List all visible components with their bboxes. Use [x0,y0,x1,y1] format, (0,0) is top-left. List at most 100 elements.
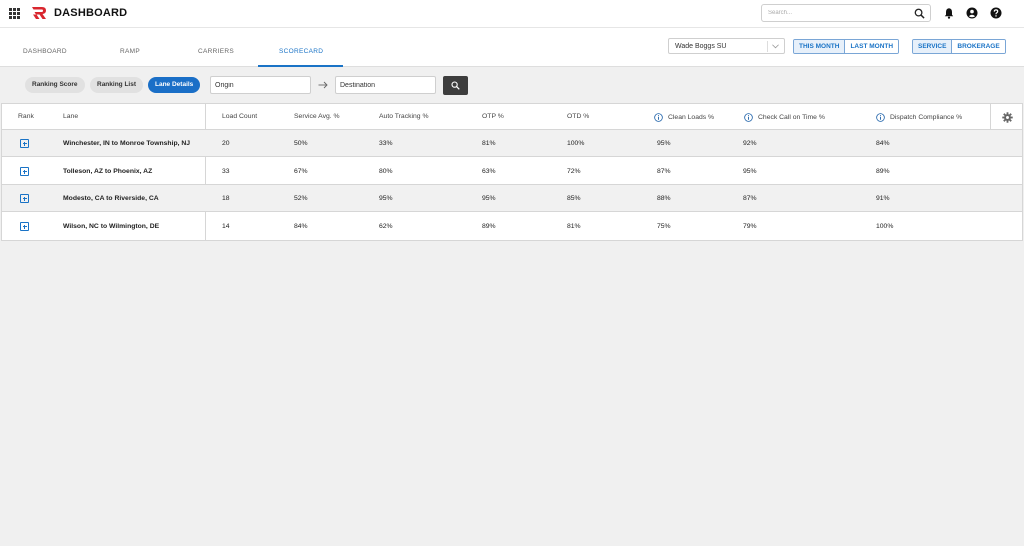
arrow-right-icon [318,81,328,89]
col-clean-loads: Clean Loads % [668,114,715,121]
col-rank[interactable]: Rank [18,113,34,120]
check-call-cell: 92% [743,140,757,147]
brokerage-button[interactable]: BROKERAGE [951,40,1005,53]
col-otp[interactable]: OTP % [482,113,504,120]
table-settings-button[interactable] [990,104,1022,130]
active-tab-indicator [258,65,343,67]
col-service-avg[interactable]: Service Avg. % [294,113,340,120]
otd-cell: 72% [567,168,581,175]
check-call-cell: 87% [743,195,757,202]
brand-logo-icon [32,7,46,19]
last-month-button[interactable]: LAST MONTH [844,40,899,53]
otd-cell: 85% [567,195,581,202]
dispatch-cell: 84% [876,140,890,147]
col-clean-loads-header[interactable]: Clean Loads % [654,113,714,122]
table-header: Rank Lane Load Count Service Avg. % Auto… [2,104,1022,130]
global-search[interactable] [761,4,931,22]
load-count-cell: 18 [222,195,230,202]
tab-dashboard[interactable]: DASHBOARD [23,48,67,55]
otp-cell: 89% [482,223,496,230]
app-title: DASHBOARD [54,7,128,19]
account-select-value: Wade Boggs SU [675,43,727,50]
lane-cell: Winchester, IN to Monroe Township, NJ [63,140,191,147]
period-toggle: THIS MONTH LAST MONTH [793,39,900,54]
load-count-cell: 20 [222,140,230,147]
check-call-cell: 79% [743,223,757,230]
top-bar: DASHBOARD [0,0,1024,28]
otd-cell: 100% [567,140,585,147]
ranking-list-pill[interactable]: Ranking List [90,77,144,93]
tab-carriers[interactable]: CARRIERS [198,48,234,55]
otp-cell: 81% [482,140,496,147]
otp-cell: 63% [482,168,496,175]
table-row[interactable]: Wilson, NC to Wilmington, DE 14 84% 62% … [2,213,1022,240]
col-auto-tracking[interactable]: Auto Tracking % [379,113,429,120]
col-dispatch: Dispatch Compliance % [890,114,963,121]
chevron-down-icon [772,44,779,49]
lane-search-button[interactable] [443,76,468,95]
mode-toggle: SERVICE BROKERAGE [912,39,1006,54]
apps-grid-icon[interactable] [9,8,20,19]
expand-row-icon[interactable] [20,167,29,176]
clean-loads-cell: 88% [657,195,671,202]
main-nav: DASHBOARD RAMP CARRIERS SCORECARD Wade B… [0,28,1024,67]
lane-details-table: Rank Lane Load Count Service Avg. % Auto… [1,103,1023,241]
clean-loads-cell: 95% [657,140,671,147]
select-divider [767,41,768,52]
col-dispatch-header[interactable]: Dispatch Compliance % [876,113,962,122]
lane-details-pill[interactable]: Lane Details [148,77,201,93]
clean-loads-cell: 75% [657,223,671,230]
tab-scorecard[interactable]: SCORECARD [279,48,323,55]
filter-bar: Ranking Score Ranking List Lane Details [0,68,1024,103]
service-avg-cell: 84% [294,223,308,230]
col-otd[interactable]: OTD % [567,113,589,120]
origin-field[interactable] [210,76,311,94]
destination-field[interactable] [335,76,436,94]
dispatch-cell: 89% [876,168,890,175]
dispatch-cell: 100% [876,223,894,230]
service-avg-cell: 50% [294,140,308,147]
origin-input[interactable] [211,77,310,93]
gear-icon [1002,112,1013,123]
col-load-count[interactable]: Load Count [222,113,257,120]
check-call-cell: 95% [743,168,757,175]
info-icon[interactable] [654,113,663,122]
tab-ramp[interactable]: RAMP [120,48,140,55]
lane-cell: Wilson, NC to Wilmington, DE [63,223,160,230]
dispatch-cell: 91% [876,195,890,202]
lane-cell: Tolleson, AZ to Phoenix, AZ [63,168,153,175]
notification-bell-icon[interactable] [943,7,955,19]
otp-cell: 95% [482,195,496,202]
clean-loads-cell: 87% [657,168,671,175]
account-circle-icon[interactable] [966,7,978,19]
col-check-call-header[interactable]: Check Call on Time % [744,113,825,122]
expand-row-icon[interactable] [20,194,29,203]
otd-cell: 81% [567,223,581,230]
lane-cell: Modesto, CA to Riverside, CA [63,195,159,202]
table-row[interactable]: Modesto, CA to Riverside, CA 18 52% 95% … [2,185,1022,212]
col-lane[interactable]: Lane [63,113,78,120]
service-button[interactable]: SERVICE [913,40,952,53]
expand-row-icon[interactable] [20,222,29,231]
auto-tracking-cell: 62% [379,223,393,230]
ranking-score-pill[interactable]: Ranking Score [25,77,85,93]
this-month-button[interactable]: THIS MONTH [794,40,845,53]
destination-input[interactable] [336,77,435,93]
search-icon[interactable] [914,8,925,19]
col-check-call: Check Call on Time % [758,114,825,121]
load-count-cell: 14 [222,223,230,230]
service-avg-cell: 52% [294,195,308,202]
search-input[interactable] [762,5,907,21]
auto-tracking-cell: 80% [379,168,393,175]
table-row[interactable]: Tolleson, AZ to Phoenix, AZ 33 67% 80% 6… [2,158,1022,185]
service-avg-cell: 67% [294,168,308,175]
expand-row-icon[interactable] [20,139,29,148]
info-icon[interactable] [744,113,753,122]
auto-tracking-cell: 33% [379,140,393,147]
account-select[interactable]: Wade Boggs SU [668,38,785,54]
info-icon[interactable] [876,113,885,122]
help-icon[interactable] [990,7,1002,19]
table-row[interactable]: Winchester, IN to Monroe Township, NJ 20… [2,130,1022,157]
auto-tracking-cell: 95% [379,195,393,202]
search-icon [451,81,460,90]
